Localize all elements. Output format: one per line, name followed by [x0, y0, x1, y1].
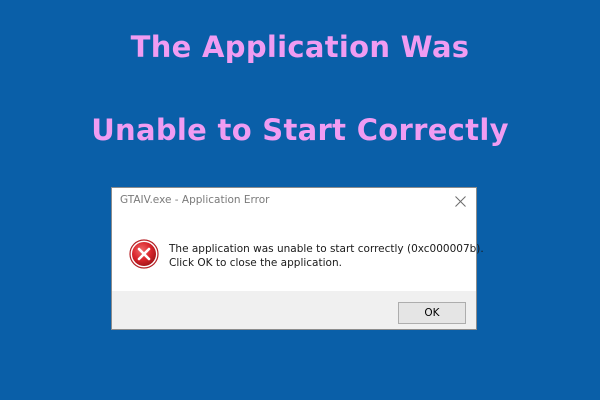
error-dialog: GTAIV.exe - Application Error The applic… — [111, 187, 484, 330]
dialog-titlebar[interactable]: GTAIV.exe - Application Error — [112, 188, 476, 215]
error-message-line-1: The application was unable to start corr… — [169, 243, 484, 255]
headline-line-2: Unable to Start Correctly — [91, 113, 509, 147]
close-button[interactable] — [444, 188, 476, 215]
error-message-line-2: Click OK to close the application. — [169, 257, 342, 269]
dialog-title: GTAIV.exe - Application Error — [120, 194, 270, 206]
ok-button[interactable]: OK — [398, 302, 466, 324]
headline-line-1: The Application Was — [130, 30, 470, 64]
dialog-content: The application was unable to start corr… — [112, 215, 484, 291]
dialog-footer: OK — [112, 291, 476, 329]
close-icon — [455, 196, 466, 207]
error-icon — [129, 239, 159, 269]
error-message: The application was unable to start corr… — [169, 242, 484, 270]
